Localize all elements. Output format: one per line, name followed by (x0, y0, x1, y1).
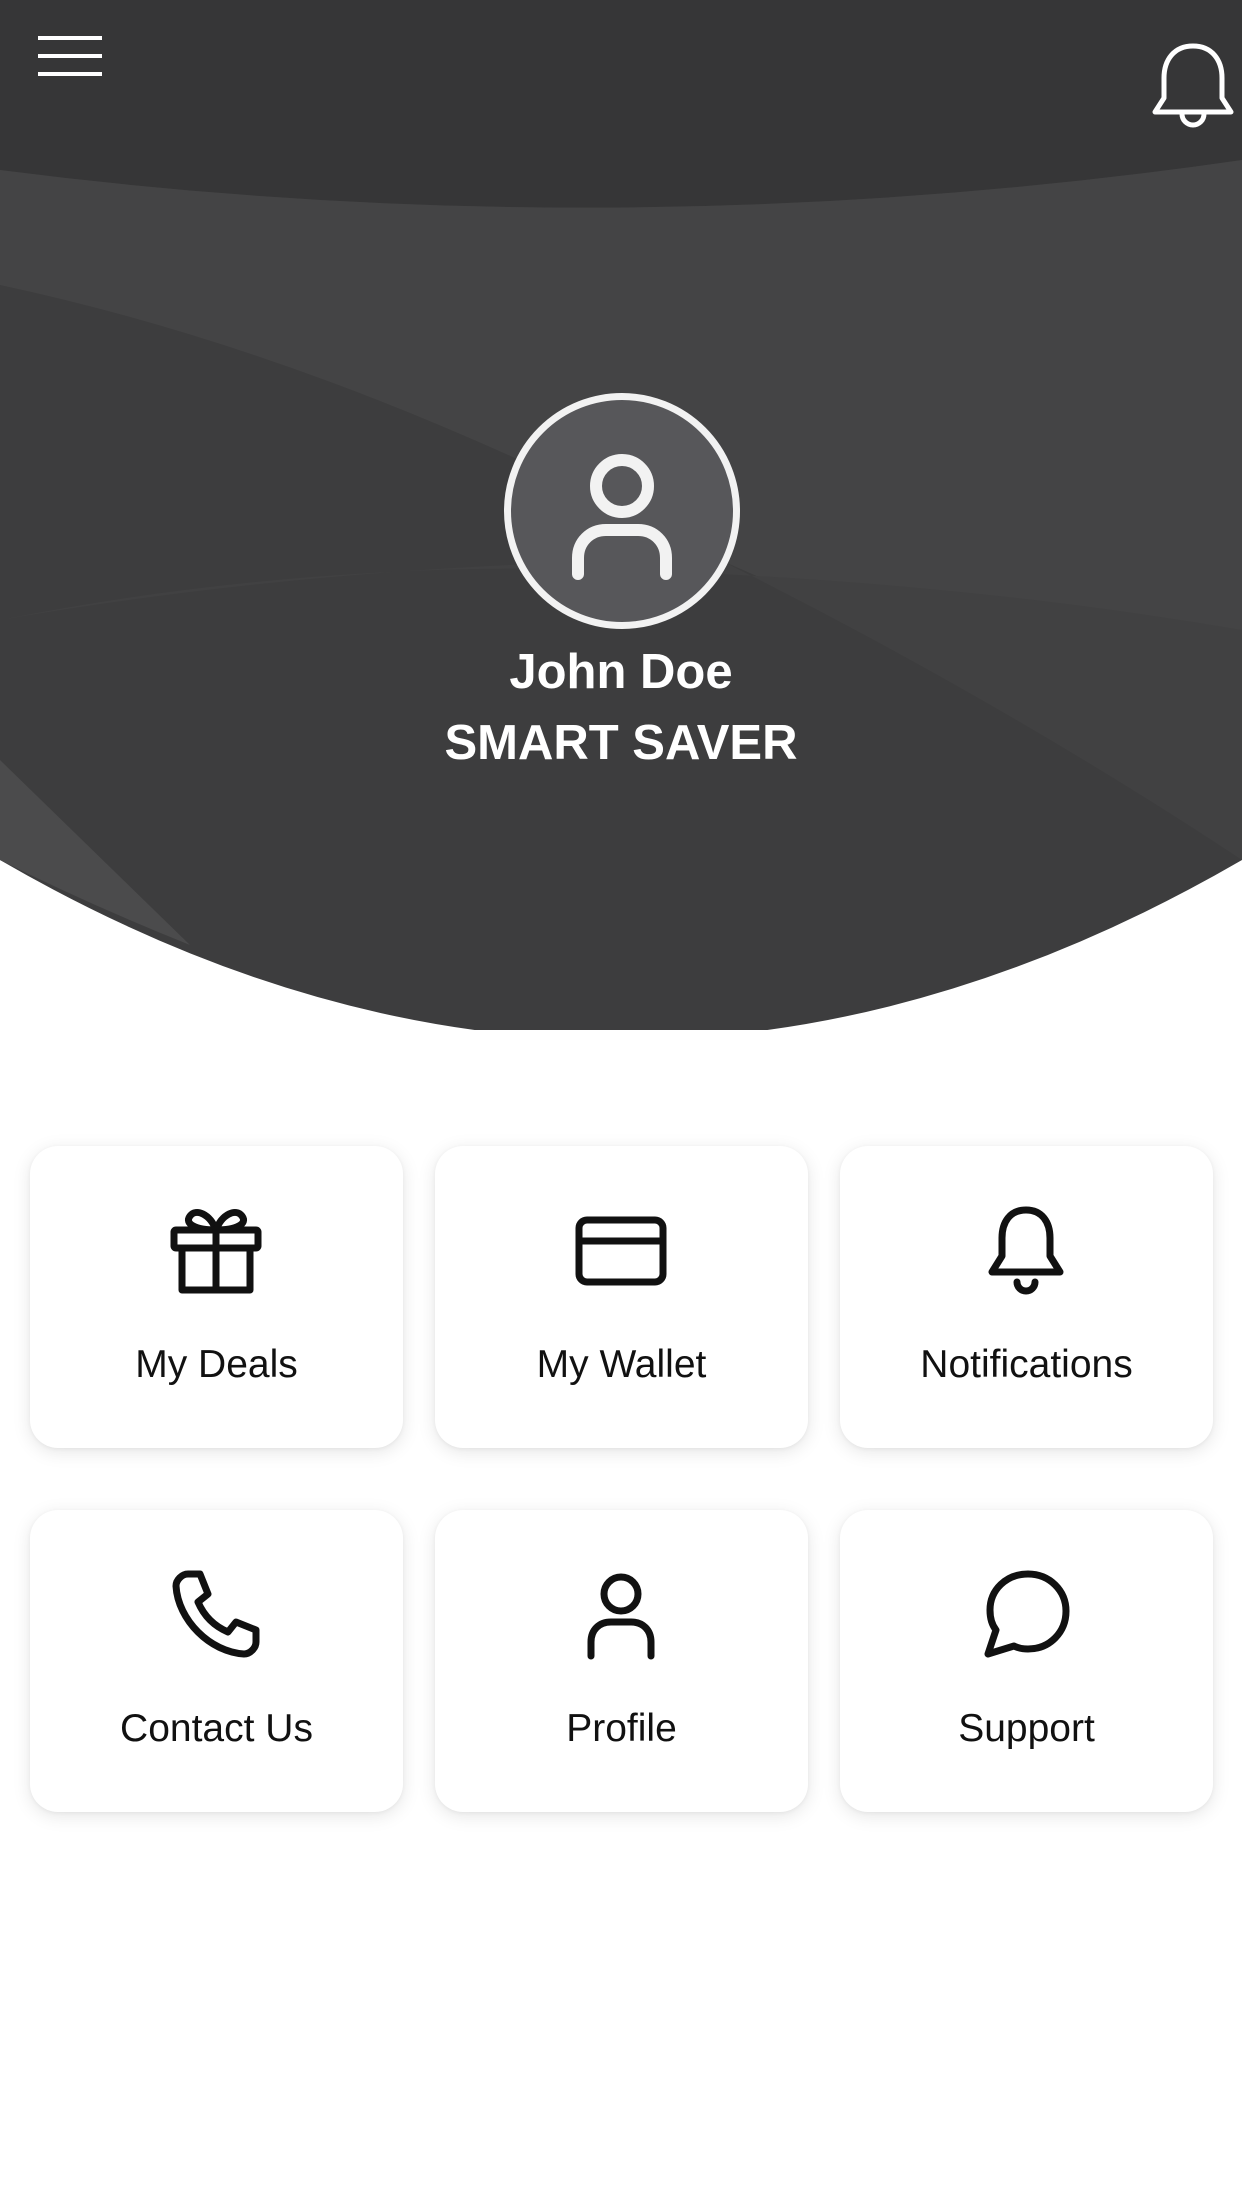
tile-label: Profile (566, 1707, 677, 1750)
gift-icon (170, 1209, 262, 1294)
tile-support[interactable]: Support (840, 1510, 1213, 1812)
avatar[interactable] (504, 393, 740, 629)
tile-label: Support (958, 1707, 1095, 1750)
profile-header: John Doe SMART SAVER (0, 0, 1242, 1030)
credit-card-icon (575, 1216, 667, 1286)
chat-bubble-icon (984, 1570, 1070, 1658)
hamburger-menu-icon (38, 36, 102, 76)
bell-icon (988, 1206, 1064, 1295)
notification-button[interactable] (1150, 40, 1236, 136)
user-name: John Doe (509, 645, 733, 699)
menu-button[interactable] (30, 30, 110, 86)
tile-label: My Wallet (536, 1343, 707, 1386)
tile-my-deals[interactable]: My Deals (30, 1146, 403, 1448)
tile-label: My Deals (135, 1343, 298, 1386)
tile-notifications[interactable]: Notifications (840, 1146, 1213, 1448)
tile-contact-us[interactable]: Contact Us (30, 1510, 403, 1812)
user-tier: SMART SAVER (444, 716, 798, 770)
action-grid: My Deals My Wallet Notifications Contact… (30, 1146, 1213, 1812)
tile-label: Contact Us (120, 1707, 313, 1750)
tile-label: Notifications (920, 1343, 1133, 1386)
phone-icon (172, 1570, 260, 1658)
tile-my-wallet[interactable]: My Wallet (435, 1146, 808, 1448)
bell-icon (1152, 43, 1234, 128)
tile-profile[interactable]: Profile (435, 1510, 808, 1812)
user-icon (587, 1573, 655, 1660)
user-avatar-icon (572, 454, 672, 580)
